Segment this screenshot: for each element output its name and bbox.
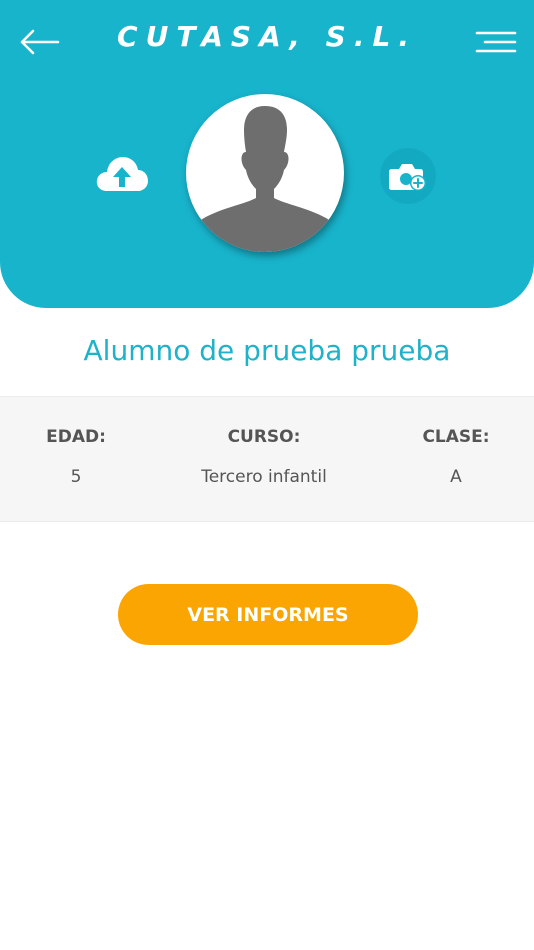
course-label: CURSO: xyxy=(227,427,301,447)
app-title: CUTASA, S.L. xyxy=(117,20,417,53)
student-name: Alumno de prueba prueba xyxy=(83,334,451,367)
course-column: CURSO: Tercero infantil xyxy=(164,427,364,487)
age-label: EDAD: xyxy=(46,427,106,447)
age-value: 5 xyxy=(70,467,82,487)
menu-button[interactable] xyxy=(472,26,520,58)
hamburger-menu-icon xyxy=(475,31,517,53)
camera-button[interactable] xyxy=(380,148,436,204)
camera-add-icon xyxy=(389,164,426,191)
class-label: CLASE: xyxy=(422,427,490,447)
course-value: Tercero infantil xyxy=(201,467,327,487)
upload-photo-button[interactable] xyxy=(92,150,152,196)
age-column: EDAD: 5 xyxy=(26,427,126,487)
profile-header: CUTASA, S.L. xyxy=(0,0,534,308)
cloud-upload-icon xyxy=(96,157,148,191)
view-reports-button[interactable]: VER INFORMES xyxy=(118,584,418,645)
class-value: A xyxy=(450,467,462,487)
class-column: CLASE: A xyxy=(406,427,506,487)
student-info-panel: EDAD: 5 CURSO: Tercero infantil CLASE: A xyxy=(0,396,534,522)
person-silhouette-icon xyxy=(192,106,338,252)
avatar[interactable] xyxy=(186,94,344,252)
